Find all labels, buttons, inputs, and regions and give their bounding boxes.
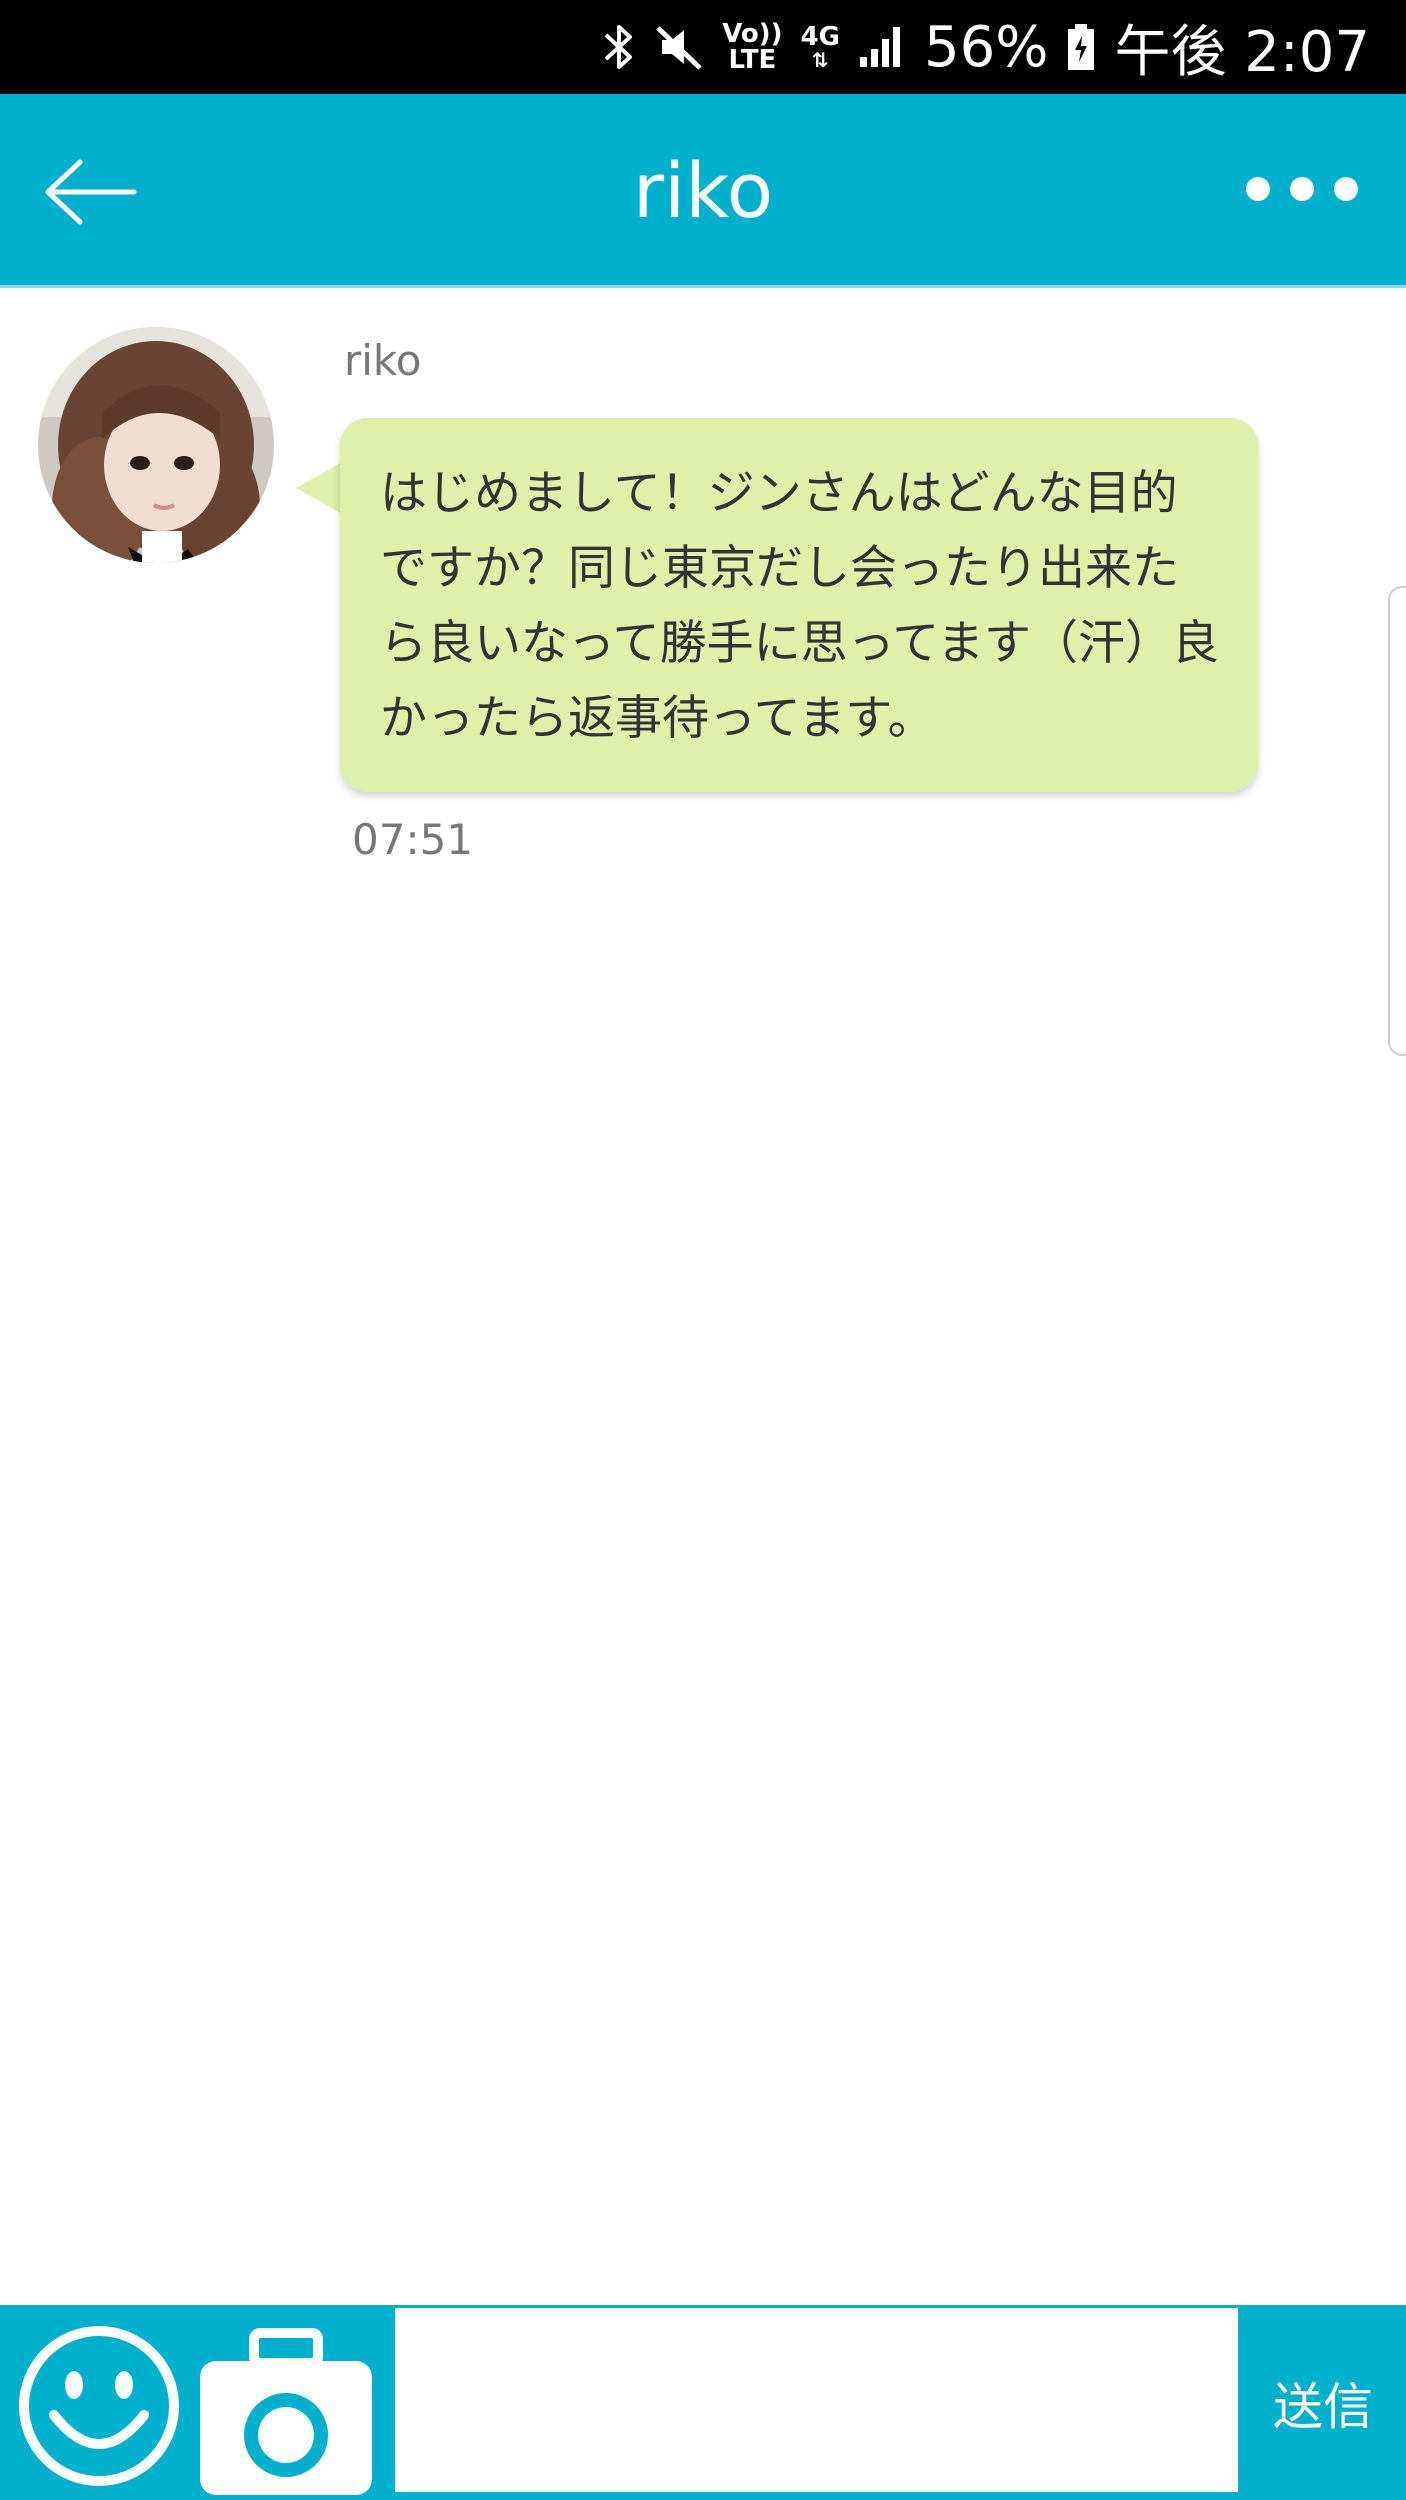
chat-header: riko (0, 94, 1406, 288)
clock: 午後 2:07 (1114, 19, 1370, 85)
smiley-icon (19, 2326, 179, 2486)
battery-icon (1066, 22, 1096, 72)
network-label: 4G (800, 22, 840, 52)
message-input[interactable] (395, 2308, 1238, 2492)
mute-icon (654, 22, 704, 72)
composer-bar: 送信 (0, 2305, 1406, 2500)
emoji-button[interactable] (16, 2323, 182, 2489)
avatar[interactable] (38, 327, 274, 563)
volte-label: Vo)) (722, 19, 783, 49)
volte-indicator: Vo)) LTE (722, 21, 782, 73)
network-indicator: 4G ⇅ (801, 24, 840, 70)
data-arrows-icon: ⇅ (811, 48, 829, 72)
message-bubble[interactable]: はじめまして！ジンさんはどんな目的ですか？同じ東京だし会ったり出来たら良いなって… (340, 418, 1258, 792)
send-button[interactable]: 送信 (1240, 2305, 1406, 2500)
battery-percent: 56% (923, 14, 1049, 80)
message-time: 07:51 (352, 815, 474, 864)
camera-button[interactable] (196, 2325, 376, 2495)
signal-icon (858, 25, 906, 69)
sender-name: riko (344, 336, 422, 385)
more-options-icon[interactable] (1246, 164, 1366, 214)
status-bar: Vo)) LTE 4G ⇅ 56% 午後 2:07 (0, 0, 1406, 94)
bubble-tail (296, 462, 342, 514)
camera-icon (200, 2328, 372, 2495)
scroll-handle[interactable] (1388, 586, 1406, 1056)
message-text: はじめまして！ジンさんはどんな目的ですか？同じ東京だし会ったり出来たら良いなって… (380, 466, 1219, 746)
lte-label: LTE (728, 45, 777, 75)
chat-title: riko (632, 146, 774, 235)
bluetooth-icon (602, 21, 636, 73)
